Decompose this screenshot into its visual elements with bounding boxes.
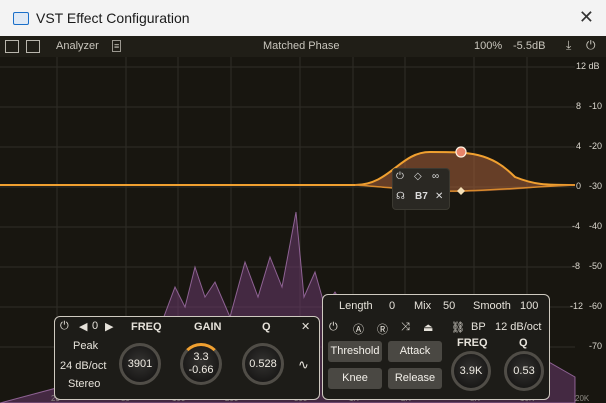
dyn-freq-value[interactable]: 3.9K [446, 365, 496, 377]
y-label-r40: -40 [589, 221, 603, 231]
freq-knob-label: FREQ [131, 321, 162, 333]
download-icon[interactable]: ⤓ [566, 38, 571, 53]
x-label-20k: 20K [575, 394, 590, 403]
q-value[interactable]: 0.528 [238, 358, 288, 370]
gain-knob-label: GAIN [194, 321, 222, 333]
band-slope[interactable]: 24 dB/oct [60, 360, 106, 372]
band-panel-power-icon[interactable]: ⏻ [60, 320, 69, 333]
analyzer-settings-icon[interactable] [26, 40, 40, 53]
y-label-r30: -30 [589, 181, 603, 191]
band-solo-headphones-icon[interactable]: ☊ [396, 191, 405, 202]
y-label-r60: -60 [589, 301, 603, 311]
freq-value[interactable]: 3901 [115, 358, 165, 370]
eq-band-fill [355, 152, 560, 193]
y-label-m4: -4 [572, 221, 581, 231]
gain-dynamic-value[interactable]: -0.66 [176, 364, 226, 376]
q-knob-label: Q [262, 321, 271, 333]
y-label-r70: -70 [589, 341, 603, 351]
band-link-icon[interactable]: ∞ [432, 171, 439, 182]
release-button[interactable]: Release [388, 368, 442, 389]
mix-label: Mix [414, 300, 432, 312]
band-next-icon[interactable]: ▶ [105, 320, 113, 333]
length-value[interactable]: 0 [389, 300, 395, 312]
y-label-12: 12 dB [576, 61, 600, 71]
y-label-m8: -8 [572, 261, 581, 271]
band-popup: ⏻ ◇ ∞ ☊ B7 ✕ [392, 168, 450, 210]
smooth-value[interactable]: 100 [520, 300, 538, 312]
mix-value[interactable]: 50 [443, 300, 455, 312]
dyn-q-label: Q [519, 337, 528, 349]
band-power-icon[interactable]: ⏻ [396, 171, 404, 182]
eq-plugin: Analyzer ≡ Matched Phase 100% -5.5dB ⤓ ⏻… [0, 36, 606, 403]
link-icon[interactable]: ⛓ [451, 321, 465, 334]
y-label-8: 8 [576, 101, 582, 111]
gain-value[interactable]: 3.3 [176, 351, 226, 363]
band-number: 0 [92, 320, 99, 332]
threshold-button[interactable]: Threshold [328, 341, 382, 362]
window-close-button[interactable]: ✕ [579, 7, 594, 28]
analyzer-button[interactable]: Analyzer [56, 40, 99, 52]
y-label-r20: -20 [589, 141, 603, 151]
window-title: VST Effect Configuration [36, 10, 190, 26]
attack-button[interactable]: Attack [388, 341, 442, 362]
relative-icon[interactable]: Ⓡ [377, 321, 388, 337]
filter-type[interactable]: BP [471, 321, 486, 333]
y-label-m12: -12 [570, 301, 584, 311]
dyn-q-value[interactable]: 0.53 [499, 365, 549, 377]
shuffle-icon[interactable]: ⤨ [401, 321, 410, 334]
y-label-0: 0 [576, 181, 582, 191]
band-delete-icon[interactable]: ✕ [435, 191, 443, 202]
knee-button[interactable]: Knee [328, 368, 382, 389]
band-prev-icon[interactable]: ◀ [79, 320, 87, 333]
zoom-level[interactable]: 100% [474, 40, 502, 52]
band-stereo-mode[interactable]: Stereo [68, 378, 100, 390]
window-titlebar: VST Effect Configuration ✕ [0, 0, 606, 37]
window-app-icon [13, 12, 29, 25]
output-gain[interactable]: -5.5dB [513, 40, 545, 52]
band-shape[interactable]: Peak [73, 340, 98, 352]
midside-icon[interactable]: ≡ [112, 40, 122, 52]
band-shape-icon[interactable]: ◇ [414, 171, 422, 182]
filter-slope[interactable]: 12 dB/oct [495, 321, 541, 333]
band-panel-close-icon[interactable]: ✕ [301, 320, 310, 333]
y-label-r10: -10 [589, 101, 603, 111]
band-node[interactable] [455, 146, 467, 158]
length-label: Length [339, 300, 373, 312]
band-parameters-panel: ⏻ ◀ 0 ▶ Peak 24 dB/oct Stereo FREQ 3901 … [54, 316, 320, 400]
dyn-freq-label: FREQ [457, 337, 488, 349]
dynamics-panel: Length 0 Mix 50 Smooth 100 ⏻ Ⓐ Ⓡ ⤨ ⏏ ⛓ B… [322, 294, 550, 400]
auto-icon[interactable]: Ⓐ [353, 321, 364, 337]
band-label: B7 [415, 191, 428, 202]
dynamic-eq-icon[interactable]: ∿ [298, 357, 309, 373]
expand-icon[interactable] [5, 40, 19, 53]
eject-icon[interactable]: ⏏ [423, 321, 433, 334]
power-icon[interactable]: ⏻ [586, 38, 596, 53]
smooth-label: Smooth [473, 300, 511, 312]
plugin-toolbar: Analyzer ≡ Matched Phase 100% -5.5dB ⤓ ⏻ [0, 36, 606, 57]
dyn-power-icon[interactable]: ⏻ [329, 321, 338, 334]
processing-mode-selector[interactable]: Matched Phase [263, 40, 339, 52]
y-label-4: 4 [576, 141, 582, 151]
y-label-r50: -50 [589, 261, 603, 271]
